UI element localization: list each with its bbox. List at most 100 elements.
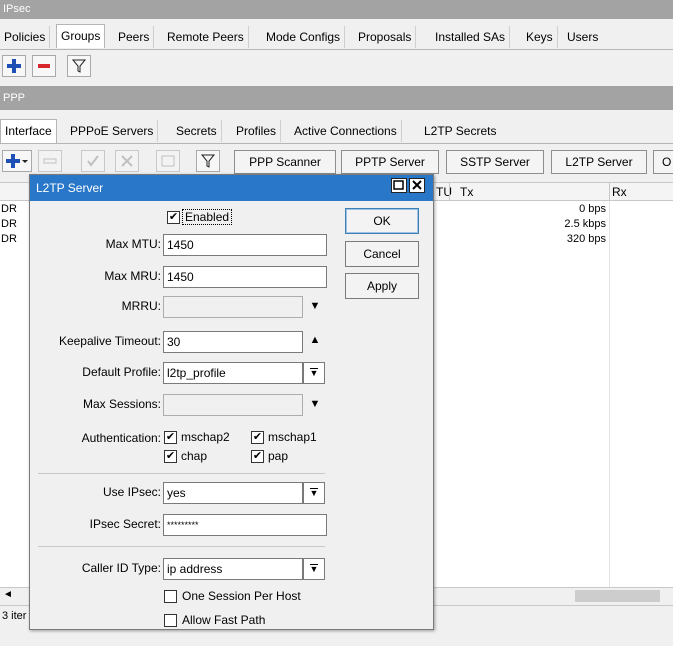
keepalive-timeout-label: Keepalive Timeout: xyxy=(58,334,161,348)
expand-down-icon[interactable]: ▼ xyxy=(308,398,322,410)
ovpn-server-button[interactable]: O xyxy=(653,150,673,174)
enable-button[interactable] xyxy=(81,150,105,172)
ipsec-secret-field[interactable]: ********* xyxy=(163,514,327,536)
tab-l2tp-secrets[interactable]: L2TP Secrets xyxy=(420,120,500,142)
mschap2-label: mschap2 xyxy=(181,430,230,444)
sstp-server-button[interactable]: SSTP Server xyxy=(446,150,544,174)
authentication-label: Authentication: xyxy=(81,431,161,445)
use-ipsec-label: Use IPsec: xyxy=(102,485,161,499)
tab-mode-configs[interactable]: Mode Configs xyxy=(262,26,346,48)
cancel-button[interactable]: Cancel xyxy=(345,241,419,267)
cross-icon xyxy=(121,155,133,167)
max-sessions-field[interactable] xyxy=(163,394,303,416)
tab-keys[interactable]: Keys xyxy=(522,26,558,48)
filter-icon xyxy=(72,59,86,73)
maximize-icon xyxy=(393,180,404,190)
use-ipsec-select[interactable]: yes xyxy=(163,482,303,504)
ipsec-tab-bar: Policies Groups Peers Remote Peers Mode … xyxy=(0,19,673,50)
apply-button[interactable]: Apply xyxy=(345,273,419,299)
tab-users[interactable]: Users xyxy=(563,26,602,48)
ok-button[interactable]: OK xyxy=(345,208,419,234)
tab-peers[interactable]: Peers xyxy=(114,26,155,48)
row-name: DR xyxy=(1,203,17,215)
max-mru-field[interactable]: 1450 xyxy=(163,266,327,288)
dialog-title-bar[interactable]: L2TP Server xyxy=(30,175,433,201)
close-icon xyxy=(412,180,422,190)
mrru-field[interactable] xyxy=(163,296,303,318)
mschap1-checkbox[interactable]: ✔ xyxy=(251,431,264,444)
plus-icon xyxy=(6,154,28,168)
dropdown-arrow-icon[interactable]: ▼ xyxy=(303,558,325,580)
enabled-checkbox[interactable]: ✔ xyxy=(167,211,180,224)
ipsec-secret-label: IPsec Secret: xyxy=(89,517,161,531)
max-mru-label: Max MRU: xyxy=(104,269,161,283)
disable-button[interactable] xyxy=(115,150,139,172)
pptp-server-button[interactable]: PPTP Server xyxy=(341,150,439,174)
column-divider xyxy=(609,183,610,201)
tab-active-connections[interactable]: Active Connections xyxy=(290,120,402,142)
tab-groups[interactable]: Groups xyxy=(56,24,106,48)
section-divider xyxy=(38,546,325,547)
tab-installed-sas[interactable]: Installed SAs xyxy=(431,26,511,48)
ipsec-window-title: IPsec xyxy=(0,0,673,19)
tab-pppoe-servers[interactable]: PPPoE Servers xyxy=(66,120,159,142)
pap-checkbox[interactable]: ✔ xyxy=(251,450,264,463)
remove-button[interactable] xyxy=(32,55,56,77)
column-divider xyxy=(609,201,610,588)
tab-proposals[interactable]: Proposals xyxy=(354,26,417,48)
chap-label: chap xyxy=(181,449,208,463)
filter-icon xyxy=(201,154,215,168)
ppp-scanner-button[interactable]: PPP Scanner xyxy=(234,150,336,174)
one-session-per-host-checkbox[interactable] xyxy=(164,590,177,603)
row-name: DR xyxy=(1,233,17,245)
l2tp-server-dialog: L2TP Server ✔ Enabled Max MTU: 1450 Max … xyxy=(29,174,434,630)
tab-secrets[interactable]: Secrets xyxy=(172,120,222,142)
add-menu-button[interactable] xyxy=(2,150,32,172)
dialog-title: L2TP Server xyxy=(36,181,104,195)
row-name: DR xyxy=(1,218,17,230)
tab-remote-peers[interactable]: Remote Peers xyxy=(163,26,249,48)
l2tp-server-button[interactable]: L2TP Server xyxy=(551,150,647,174)
mrru-label: MRRU: xyxy=(121,299,161,313)
mschap1-label: mschap1 xyxy=(268,430,317,444)
tab-policies[interactable]: Policies xyxy=(0,26,51,48)
default-profile-select[interactable]: l2tp_profile xyxy=(163,362,303,384)
chap-checkbox[interactable]: ✔ xyxy=(164,450,177,463)
filter-button[interactable] xyxy=(67,55,91,77)
allow-fast-path-checkbox[interactable] xyxy=(164,614,177,627)
ipsec-title-text: IPsec xyxy=(3,3,31,15)
filter-button[interactable] xyxy=(196,150,220,172)
item-count: 3 iter xyxy=(2,610,27,622)
max-mtu-field[interactable]: 1450 xyxy=(163,234,327,256)
dropdown-arrow-icon[interactable]: ▼ xyxy=(303,362,325,384)
checkmark-icon xyxy=(87,155,99,167)
caller-id-type-select[interactable]: ip address xyxy=(163,558,303,580)
keepalive-timeout-field[interactable]: 30 xyxy=(163,331,303,353)
collapse-up-icon[interactable]: ▲ xyxy=(308,334,322,346)
comment-button[interactable] xyxy=(156,150,180,172)
dropdown-arrow-icon[interactable]: ▼ xyxy=(303,482,325,504)
maximize-button[interactable] xyxy=(391,178,407,193)
tab-interface[interactable]: Interface xyxy=(0,119,57,143)
close-button[interactable] xyxy=(409,178,425,193)
expand-down-icon[interactable]: ▼ xyxy=(308,300,322,312)
scroll-left-icon[interactable]: ◄ xyxy=(3,589,13,600)
scrollbar-thumb[interactable] xyxy=(575,590,660,602)
row-tx: 2.5 kbps xyxy=(564,218,606,230)
max-sessions-label: Max Sessions: xyxy=(82,397,161,411)
add-button[interactable] xyxy=(2,55,26,77)
mschap2-checkbox[interactable]: ✔ xyxy=(164,431,177,444)
pap-label: pap xyxy=(268,449,289,463)
minus-icon xyxy=(43,158,57,164)
one-session-per-host-label: One Session Per Host xyxy=(182,589,301,603)
max-mtu-label: Max MTU: xyxy=(105,237,161,251)
ppp-window-title: PPP xyxy=(0,86,673,110)
ppp-title-text: PPP xyxy=(3,92,26,104)
enabled-label: Enabled xyxy=(181,209,233,225)
comment-icon xyxy=(161,155,175,167)
tab-profiles[interactable]: Profiles xyxy=(232,120,282,142)
column-header-rx[interactable]: Rx xyxy=(612,185,627,199)
remove-button[interactable] xyxy=(38,150,62,172)
ppp-tab-bar: Interface PPPoE Servers Secrets Profiles… xyxy=(0,110,673,144)
column-header-tx[interactable]: Tx xyxy=(460,185,473,199)
